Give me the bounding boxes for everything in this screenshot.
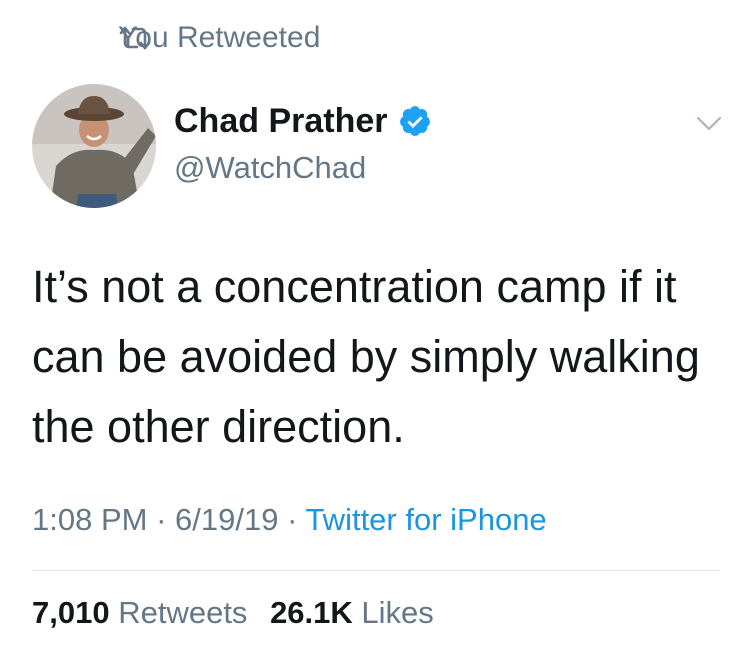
retweets-count: 7,010 [32, 595, 110, 630]
tweet-text: It’s not a concentration camp if it can … [32, 261, 700, 452]
likes-label: Likes [361, 595, 434, 630]
chevron-down-icon[interactable] [692, 108, 726, 138]
divider [32, 570, 720, 571]
verified-badge-icon [398, 104, 432, 138]
tweet-source-link[interactable]: Twitter for iPhone [305, 502, 546, 537]
retweets-label: Retweets [118, 595, 248, 630]
tweet-date: 6/19/19 [175, 502, 279, 537]
user-handle[interactable]: @WatchChad [174, 146, 432, 190]
tweet-time: 1:08 PM [32, 502, 148, 537]
display-name[interactable]: Chad Prather [174, 102, 388, 141]
meta-separator: · [278, 502, 306, 537]
avatar[interactable] [32, 84, 156, 208]
likes-count: 26.1K [270, 595, 353, 630]
tweet-stats: 7,010 Retweets 26.1K Likes [32, 590, 448, 636]
tweet-author[interactable]: Chad Prather @WatchChad [174, 98, 432, 190]
likes-stat[interactable]: 26.1K Likes [270, 595, 434, 630]
retweets-stat[interactable]: 7,010 Retweets [32, 595, 256, 630]
tweet-meta: 1:08 PM · 6/19/19 · Twitter for iPhone [32, 498, 547, 542]
meta-separator: · [147, 502, 176, 537]
retweet-label: You Retweeted [118, 21, 321, 54]
